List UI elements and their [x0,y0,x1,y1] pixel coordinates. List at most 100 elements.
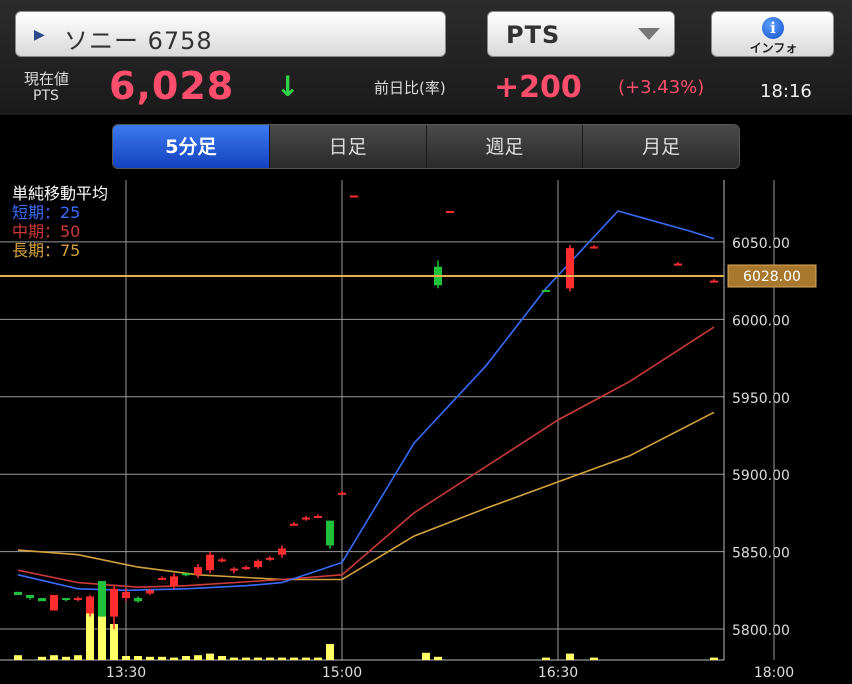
quote-time: 18:16 [760,81,812,102]
volume-bar [158,656,166,660]
volume-bar [14,655,22,660]
stock-name-label: ソニー 6758 [64,27,213,55]
x-tick-label: 15:00 [322,665,362,681]
tab-weekly[interactable]: 週足 [425,125,583,168]
tab-daily[interactable]: 日足 [268,125,426,168]
candle-body [446,210,454,213]
volume-bar [434,656,442,660]
volume-bar [710,657,718,660]
candle-body [158,577,166,580]
candle-body [566,248,574,289]
volume-bar [38,656,46,660]
volume-bar [134,656,142,660]
volume-bar [50,655,58,660]
volume-bar [314,657,322,660]
ma-short-line [17,210,715,592]
dropdown-arrow-icon [638,28,660,40]
candle-body [314,516,322,518]
candle-body [242,567,250,570]
candle-body [38,598,46,602]
price-change-percent: (+3.43%) [618,77,705,98]
volume-bar [542,657,550,660]
info-button[interactable]: i インフォ [711,11,834,57]
current-price-tag-label: 6028.00 [743,269,801,285]
candle-body [170,576,178,586]
candle-body [86,596,94,614]
market-dropdown[interactable]: PTS [487,11,675,57]
volume-bar [110,624,118,660]
legend-title: 単純移動平均 [12,184,109,203]
candle-body [710,280,718,283]
volume-bar [98,616,106,660]
candlestick-chart[interactable]: 6050.00 6000.00 5950.00 5900.00 5850.00 5800.… [0,180,852,684]
legend-short: 短期：25 [12,203,81,222]
candle-body [14,591,22,595]
volume-bar [62,656,70,660]
stock-selector-button[interactable]: ▶ ソニー 6758 [15,11,446,57]
volume-bar [230,657,238,660]
candle-body [278,548,286,555]
ma-mid-line [17,326,715,589]
price-label-current: 現在値 [24,70,70,88]
volume-bar [218,656,226,660]
candle-body [266,557,274,560]
price-down-arrow-icon: ↓ [276,70,300,103]
candle-body [218,559,226,562]
volume-bar [278,657,286,660]
top-bar: ▶ ソニー 6758 PTS i インフォ 現在値 PTS 6,028 ↓ 前日… [0,0,852,115]
volume-bar [266,657,274,660]
volume-bar [146,656,154,660]
candle-body [674,263,682,266]
candle-body [74,598,82,601]
volume-bar [122,656,130,660]
tab-5min[interactable]: 5分足 [113,125,269,168]
x-tick-label: 18:00 [754,665,794,681]
y-tick-label: 5900.00 [732,468,790,484]
volume-bar [242,657,250,660]
volume-bar [326,644,334,660]
candle-body [230,568,238,571]
volume-bar [422,652,430,660]
x-tick-label: 16:30 [538,665,578,681]
candle-body [290,523,298,526]
x-tick-label: 13:30 [106,665,146,681]
volume-bar [170,657,178,660]
volume-bar [302,657,310,660]
candle-body [62,598,70,601]
candle-body [350,195,358,198]
y-tick-label: 5850.00 [732,546,790,562]
current-price: 6,028 [109,64,235,108]
y-tick-label: 6000.00 [732,313,790,329]
candle-body [206,554,214,571]
candle-body [194,567,202,575]
change-label: 前日比(率) [374,79,446,97]
period-tabs: 5分足 日足 週足 月足 [112,124,740,169]
tab-monthly[interactable]: 月足 [582,125,739,168]
candle-body [146,590,154,594]
volume-bar [290,657,298,660]
candle-body [338,492,346,495]
volume-bar [254,657,262,660]
price-label-market: PTS [33,88,59,104]
info-label: インフォ [749,41,798,55]
candle-body [590,246,598,249]
candle-body [302,517,310,520]
candle-body [542,289,550,292]
market-label: PTS [506,21,561,49]
volume-bar [86,612,94,660]
play-triangle-icon: ▶ [34,27,45,43]
y-tick-label: 5800.00 [732,623,790,639]
volume-bar [182,656,190,660]
candle-body [254,560,262,568]
volume-bar [194,655,202,660]
candle-body [326,520,334,546]
candle-body [50,594,58,611]
candle-body [110,588,118,617]
volume-bar [590,657,598,660]
price-change: +200 [494,70,582,105]
info-icon: i [762,17,784,39]
candle-body [26,594,34,599]
candle-body [98,581,106,617]
y-tick-label: 5950.00 [732,391,790,407]
y-tick-label: 6050.00 [732,236,790,252]
